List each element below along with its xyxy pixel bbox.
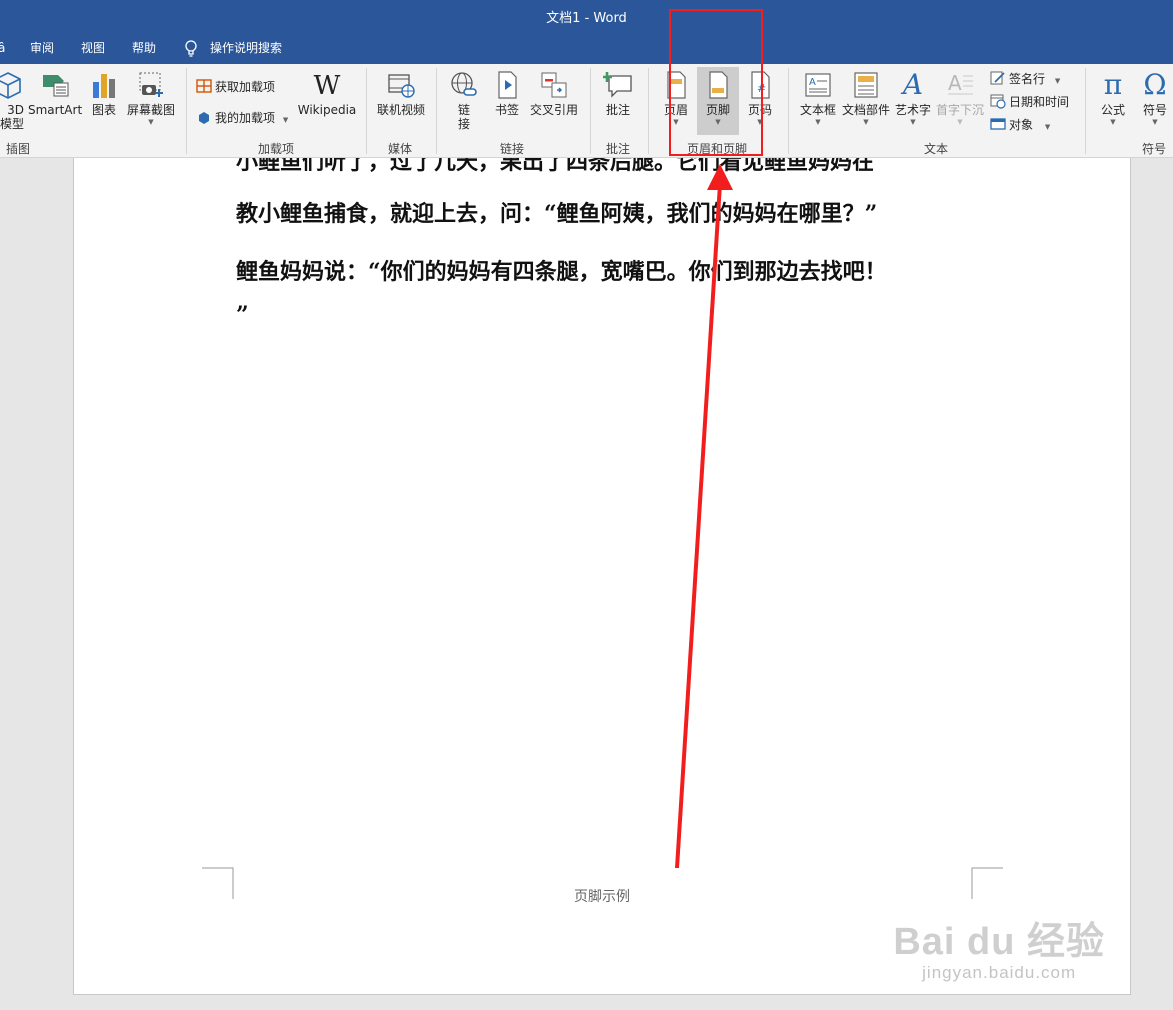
annotation-arrow bbox=[675, 164, 733, 868]
watermark-brand: Bai du 经验 bbox=[893, 921, 1105, 963]
baidu-jingyan-watermark: Bai du 经验 jingyan.baidu.com bbox=[893, 910, 1105, 983]
watermark-url: jingyan.baidu.com bbox=[922, 963, 1077, 982]
